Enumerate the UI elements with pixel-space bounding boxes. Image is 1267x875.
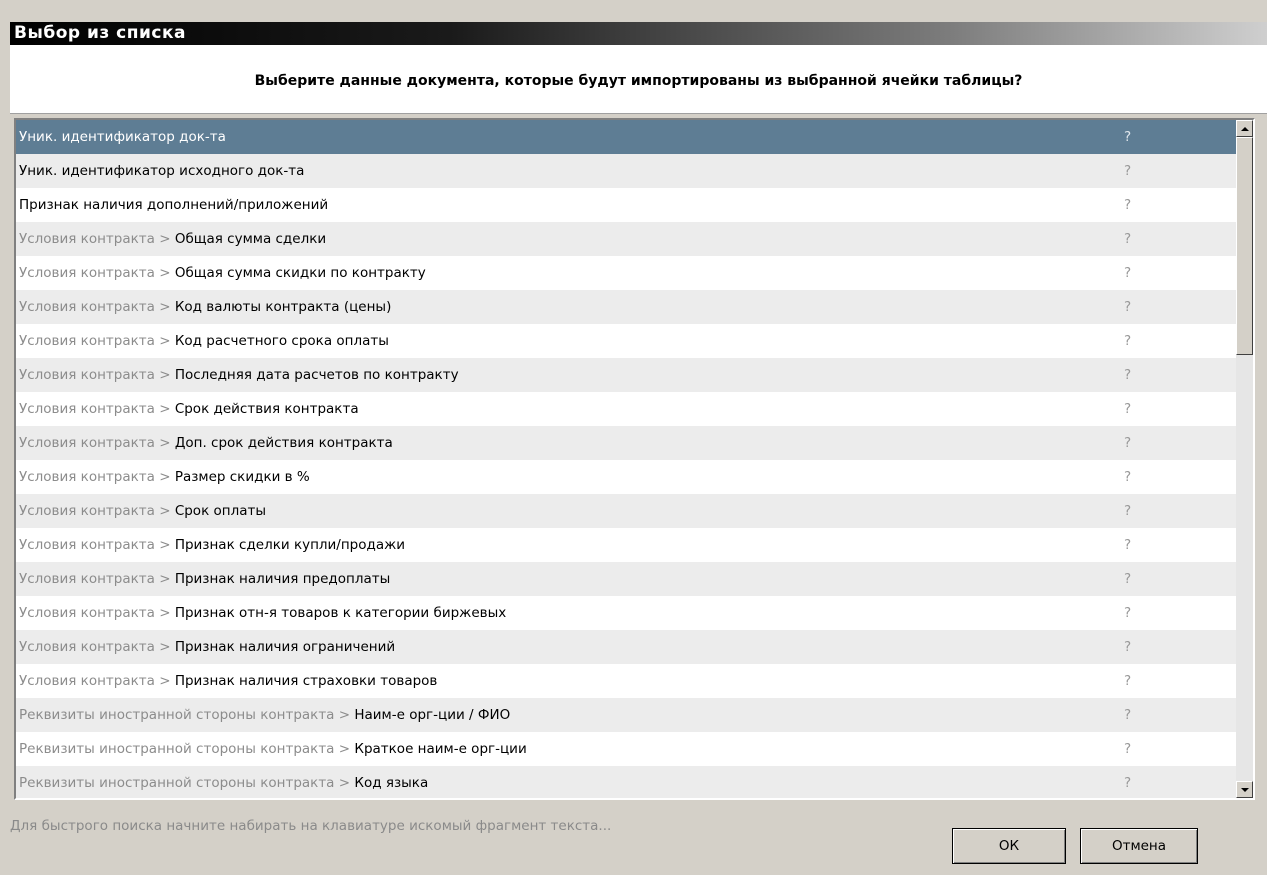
scroll-down-button[interactable] <box>1236 781 1253 798</box>
list-item[interactable]: Условия контракта > Последняя дата расче… <box>16 358 1237 392</box>
search-hint: Для быстрого поиска начните набирать на … <box>10 818 612 834</box>
list-item-group-prefix: Условия контракта > <box>19 469 175 485</box>
list-item-marker: ? <box>1124 639 1132 655</box>
list-item-group-prefix: Условия контракта > <box>19 673 175 689</box>
list-item[interactable]: Условия контракта > Общая сумма сделки? <box>16 222 1237 256</box>
list-item-marker: ? <box>1124 333 1132 349</box>
list-item[interactable]: Условия контракта > Код валюты контракта… <box>16 290 1237 324</box>
list-item-group-prefix: Реквизиты иностранной стороны контракта … <box>19 775 355 791</box>
list-item-group-prefix: Условия контракта > <box>19 367 175 383</box>
list-item-marker: ? <box>1124 571 1132 587</box>
list-item-marker: ? <box>1124 197 1132 213</box>
list-item-group-prefix: Условия контракта > <box>19 537 175 553</box>
list-item-marker: ? <box>1124 707 1132 723</box>
scrollbar-thumb[interactable] <box>1236 137 1253 355</box>
list-item-label: Общая сумма сделки <box>174 231 327 247</box>
list-item[interactable]: Условия контракта > Размер скидки в %? <box>16 460 1237 494</box>
scroll-up-arrow-icon <box>1240 126 1249 131</box>
window-title: Выбор из списка <box>10 22 1267 45</box>
list-item-group-prefix: Реквизиты иностранной стороны контракта … <box>19 741 355 757</box>
list-item[interactable]: Реквизиты иностранной стороны контракта … <box>16 698 1237 732</box>
list-item-group-prefix: Условия контракта > <box>19 605 175 621</box>
list-item[interactable]: Реквизиты иностранной стороны контракта … <box>16 732 1237 766</box>
list-item-marker: ? <box>1124 605 1132 621</box>
list-item-label: Срок оплаты <box>174 503 267 519</box>
list-item-group-prefix: Условия контракта > <box>19 639 175 655</box>
list-item[interactable]: Уник. идентификатор исходного док-та? <box>16 154 1237 188</box>
list-item-marker: ? <box>1124 401 1132 417</box>
list-item-marker: ? <box>1124 775 1132 791</box>
list-item[interactable]: Реквизиты иностранной стороны контракта … <box>16 766 1237 798</box>
list-item[interactable]: Условия контракта > Общая сумма скидки п… <box>16 256 1237 290</box>
list-item-marker: ? <box>1124 435 1132 451</box>
list-item[interactable]: Условия контракта > Доп. срок действия к… <box>16 426 1237 460</box>
list-item[interactable]: Условия контракта > Признак отн-я товаро… <box>16 596 1237 630</box>
list-item[interactable]: Условия контракта > Срок действия контра… <box>16 392 1237 426</box>
list-item-marker: ? <box>1124 503 1132 519</box>
list-item-label: Признак наличия дополнений/приложений <box>19 197 329 213</box>
list-item-marker: ? <box>1124 129 1132 145</box>
prompt-text: Выберите данные документа, которые будут… <box>10 45 1267 114</box>
field-list[interactable]: Уник. идентификатор док-та? Уник. идентиф… <box>14 118 1255 800</box>
list-item-marker: ? <box>1124 673 1132 689</box>
list-item-marker: ? <box>1124 469 1132 485</box>
list-item-marker: ? <box>1124 367 1132 383</box>
list-item-label: Срок действия контракта <box>174 401 359 417</box>
list-item-label: Наим-е орг-ции / ФИО <box>354 707 511 723</box>
field-list-rows: Уник. идентификатор док-та? Уник. идентиф… <box>16 120 1237 798</box>
list-item-label: Код языка <box>354 775 429 791</box>
list-item-label: Размер скидки в % <box>174 469 310 485</box>
list-item-label: Признак наличия предоплаты <box>174 571 391 587</box>
list-item[interactable]: Признак наличия дополнений/приложений? <box>16 188 1237 222</box>
list-item-label: Уник. идентификатор док-та <box>19 129 226 145</box>
list-item[interactable]: Условия контракта > Признак наличия пред… <box>16 562 1237 596</box>
list-item-group-prefix: Реквизиты иностранной стороны контракта … <box>19 707 355 723</box>
list-item-label: Последняя дата расчетов по контракту <box>174 367 459 383</box>
list-item-label: Признак наличия ограничений <box>174 639 396 655</box>
list-item[interactable]: Условия контракта > Признак сделки купли… <box>16 528 1237 562</box>
list-item[interactable]: Условия контракта > Признак наличия стра… <box>16 664 1237 698</box>
list-item-label: Код расчетного срока оплаты <box>174 333 389 349</box>
ok-button[interactable]: ОК <box>952 828 1066 864</box>
list-item-label: Краткое наим-е орг-ции <box>354 741 527 757</box>
list-item[interactable]: Условия контракта > Признак наличия огра… <box>16 630 1237 664</box>
list-item-label: Код валюты контракта (цены) <box>174 299 392 315</box>
list-item-marker: ? <box>1124 163 1132 179</box>
list-item-group-prefix: Условия контракта > <box>19 231 175 247</box>
cancel-button[interactable]: Отмена <box>1080 828 1198 864</box>
list-item-label: Признак сделки купли/продажи <box>174 537 406 553</box>
list-item-marker: ? <box>1124 299 1132 315</box>
list-item-marker: ? <box>1124 265 1132 281</box>
list-item-marker: ? <box>1124 537 1132 553</box>
list-item-label: Признак наличия страховки товаров <box>174 673 438 689</box>
list-item-group-prefix: Условия контракта > <box>19 265 175 281</box>
list-item-group-prefix: Условия контракта > <box>19 435 175 451</box>
list-item[interactable]: Условия контракта > Код расчетного срока… <box>16 324 1237 358</box>
list-item-label: Доп. срок действия контракта <box>174 435 393 451</box>
list-item-label: Признак отн-я товаров к категории биржев… <box>174 605 507 621</box>
scroll-down-arrow-icon <box>1240 787 1249 792</box>
list-item-marker: ? <box>1124 231 1132 247</box>
list-item-label: Уник. идентификатор исходного док-та <box>19 163 305 179</box>
list-item-marker: ? <box>1124 741 1132 757</box>
list-item-label: Общая сумма скидки по контракту <box>174 265 426 281</box>
scroll-up-button[interactable] <box>1236 120 1253 137</box>
list-item-group-prefix: Условия контракта > <box>19 401 175 417</box>
list-item-group-prefix: Условия контракта > <box>19 503 175 519</box>
vertical-scrollbar[interactable] <box>1236 120 1253 798</box>
list-item-group-prefix: Условия контракта > <box>19 571 175 587</box>
list-item[interactable]: Условия контракта > Срок оплаты? <box>16 494 1237 528</box>
list-item[interactable]: Уник. идентификатор док-та? <box>16 120 1237 154</box>
list-item-group-prefix: Условия контракта > <box>19 333 175 349</box>
list-item-group-prefix: Условия контракта > <box>19 299 175 315</box>
